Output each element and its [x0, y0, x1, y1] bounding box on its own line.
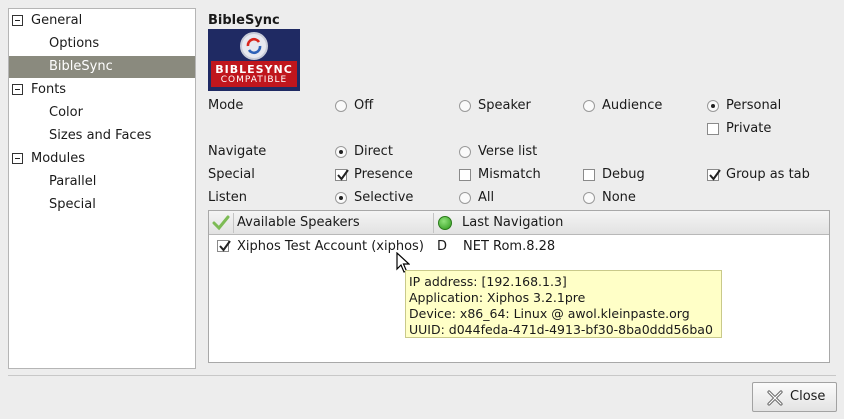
speaker-flag: D — [437, 239, 448, 254]
radio-selected-icon — [335, 192, 347, 204]
close-button-label: Close — [790, 389, 826, 404]
checkmark-icon — [212, 215, 230, 235]
option-label: Audience — [602, 98, 663, 113]
tree-item-options[interactable]: Options — [9, 33, 195, 55]
checkbox-icon — [707, 123, 719, 135]
tree-item-label: Color — [49, 105, 83, 120]
sync-arrows-icon — [240, 32, 268, 60]
tree-item-modules[interactable]: Modules — [9, 148, 195, 170]
option-label: All — [478, 190, 495, 205]
tree-item-fonts[interactable]: Fonts — [9, 79, 195, 101]
option-label: Direct — [354, 144, 393, 159]
checkbox-icon — [459, 169, 471, 181]
option-label: Speaker — [478, 98, 531, 113]
tree-item-sizes-and-faces[interactable]: Sizes and Faces — [9, 125, 195, 147]
navigate-label: Navigate — [208, 144, 267, 159]
column-header-last-navigation[interactable]: Last Navigation — [462, 211, 563, 235]
tree-item-label: BibleSync — [49, 59, 113, 74]
column-separator — [433, 213, 434, 233]
page-title: BibleSync — [208, 13, 280, 28]
option-label: Mismatch — [478, 167, 541, 182]
speaker-last-navigation: NET Rom.8.28 — [463, 239, 556, 254]
radio-icon — [459, 100, 471, 112]
option-label: Group as tab — [726, 167, 810, 182]
close-button[interactable]: Close — [752, 382, 837, 412]
biblesync-logo: BIBLESYNC COMPATIBLE — [208, 29, 300, 91]
collapse-icon[interactable] — [12, 153, 23, 164]
checkmark-icon — [707, 169, 721, 181]
radio-icon — [459, 192, 471, 204]
presence-status-icon — [438, 216, 452, 230]
radio-selected-icon — [335, 146, 347, 158]
speaker-tooltip: IP address: [192.168.1.3] Application: X… — [405, 270, 722, 338]
tree-item-label: Modules — [31, 151, 86, 166]
tooltip-application: Application: Xiphos 3.2.1pre — [409, 290, 586, 305]
close-icon — [766, 389, 784, 411]
option-label: Off — [354, 98, 374, 113]
preferences-tree: General Options BibleSync Fonts Color Si… — [8, 8, 196, 369]
tree-item-general[interactable]: General — [9, 10, 195, 32]
column-separator — [233, 213, 234, 233]
column-header-available-speakers[interactable]: Available Speakers — [237, 211, 360, 235]
checkbox-icon — [583, 169, 595, 181]
mode-label: Mode — [208, 98, 244, 113]
speaker-checkbox[interactable] — [217, 240, 231, 252]
option-label: Personal — [726, 98, 782, 113]
option-label: Debug — [602, 167, 645, 182]
tree-item-label: Sizes and Faces — [49, 128, 152, 143]
radio-selected-icon — [707, 100, 719, 112]
radio-icon — [335, 100, 347, 112]
list-header: Available Speakers Last Navigation — [209, 211, 829, 235]
tree-item-biblesync[interactable]: BibleSync — [9, 56, 195, 78]
tree-item-label: Options — [49, 36, 100, 51]
tree-item-color[interactable]: Color — [9, 102, 195, 124]
tree-item-label: Parallel — [49, 174, 97, 189]
divider — [8, 375, 836, 376]
tree-item-parallel[interactable]: Parallel — [9, 171, 195, 193]
tree-item-label: Special — [49, 197, 96, 212]
option-label: None — [602, 190, 636, 205]
tree-item-label: Fonts — [31, 82, 67, 97]
radio-icon — [459, 146, 471, 158]
tooltip-ip: IP address: [192.168.1.3] — [409, 274, 567, 289]
logo-word: COMPATIBLE — [220, 75, 288, 85]
collapse-icon[interactable] — [12, 15, 23, 26]
option-label: Selective — [354, 190, 414, 205]
radio-icon — [583, 192, 595, 204]
collapse-icon[interactable] — [12, 84, 23, 95]
option-label: Presence — [354, 167, 413, 182]
listen-label: Listen — [208, 190, 247, 205]
tooltip-device: Device: x86_64: Linux @ awol.kleinpaste.… — [409, 306, 690, 321]
option-label: Verse list — [478, 144, 538, 159]
tree-item-special[interactable]: Special — [9, 194, 195, 216]
checkmark-icon — [335, 169, 349, 181]
special-label: Special — [208, 167, 255, 182]
tree-item-label: General — [31, 13, 83, 28]
radio-icon — [583, 100, 595, 112]
tooltip-uuid: UUID: d044feda-471d-4913-bf30-8ba0ddd56b… — [409, 322, 713, 337]
option-label: Private — [726, 121, 772, 136]
